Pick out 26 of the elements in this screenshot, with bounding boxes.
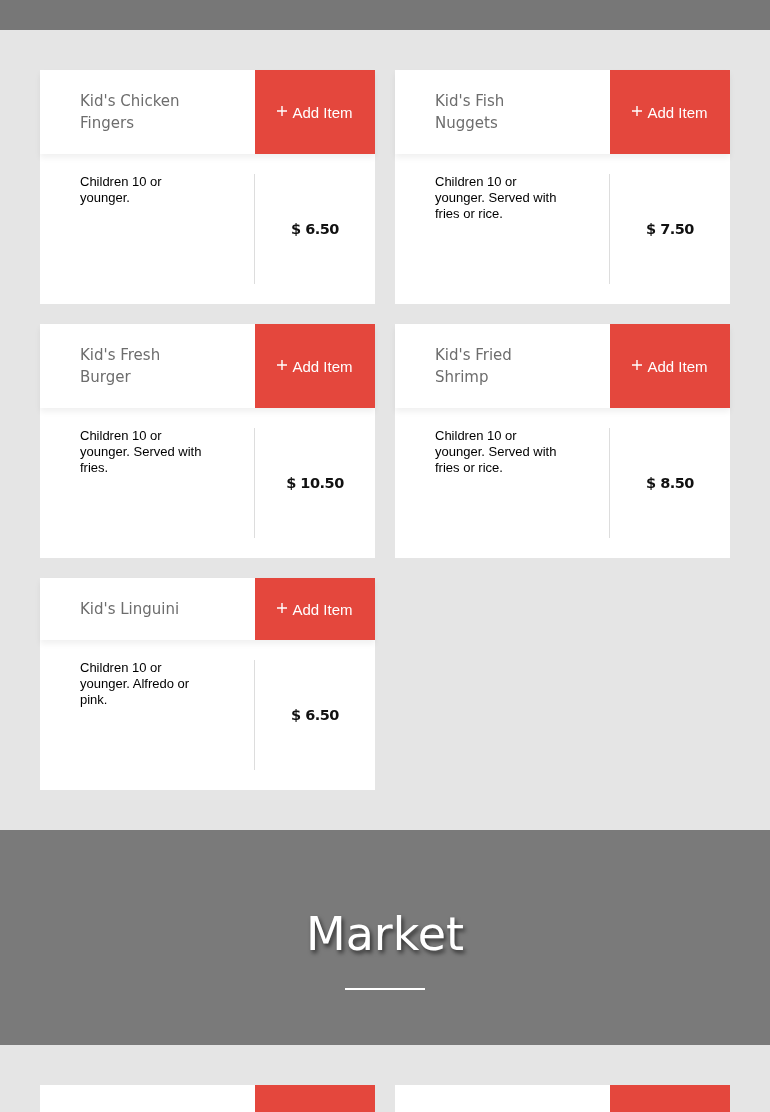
item-name: Kid's Chicken Fingers (79, 91, 181, 134)
add-item-button[interactable]: Add Item (255, 578, 375, 640)
item-name: Kid's Linguini (79, 599, 181, 620)
plus-icon (632, 359, 643, 370)
plus-icon (277, 602, 288, 613)
add-item-button[interactable]: Add Item (610, 324, 730, 408)
item-name: Kid's Fish Nuggets (434, 91, 506, 134)
add-item-button[interactable]: Add Item (255, 70, 375, 154)
item-name: Kid's Fresh Burger (79, 345, 162, 388)
item-description: Children 10 or younger. Served with fries or rice. (434, 427, 558, 477)
plus-icon (632, 105, 643, 116)
item-price: $ 6.50 (291, 707, 339, 723)
item-description: Children 10 or younger. Served with fries or rice. (434, 173, 558, 223)
plus-icon (277, 359, 288, 370)
add-item-button[interactable]: Add Item (255, 324, 375, 408)
plus-icon (277, 105, 288, 116)
item-price: $ 6.50 (291, 221, 339, 237)
item-description: Children 10 or younger. Served with fries. (79, 427, 203, 477)
item-description: Children 10 or younger. (79, 173, 163, 207)
item-price: $ 10.50 (286, 475, 344, 491)
section-title: Market (305, 905, 465, 962)
item-price: $ 7.50 (646, 221, 694, 237)
add-item-button[interactable]: Add Item (610, 70, 730, 154)
item-price: $ 8.50 (646, 475, 694, 491)
item-description: Children 10 or younger. Alfredo or pink. (79, 659, 191, 709)
item-name: Kid's Fried Shrimp (434, 345, 513, 388)
